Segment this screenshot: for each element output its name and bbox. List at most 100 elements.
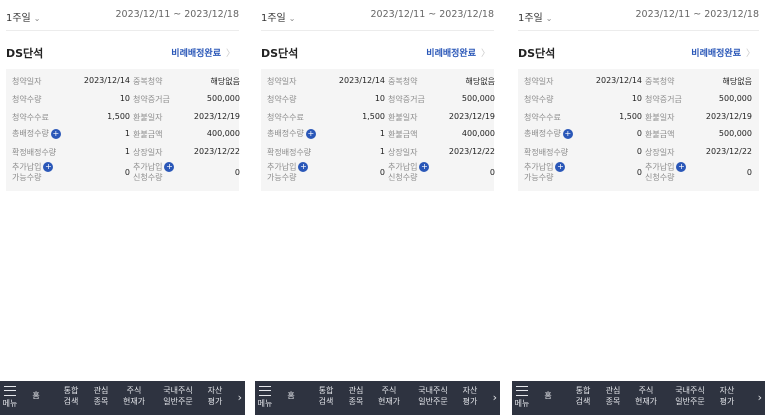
- confirm-alloc-label: 확정배정수량: [267, 148, 312, 157]
- nav-order[interactable]: 국내주식일반주문: [411, 385, 455, 407]
- fee-value: 1,500: [107, 112, 130, 121]
- date-range[interactable]: 2023/12/11 ~ 2023/12/18: [370, 9, 494, 20]
- add-req-label: 추가납입 + 신청수량: [133, 162, 175, 183]
- nav-watch-line1: 관심: [93, 386, 109, 395]
- plus-icon[interactable]: +: [676, 162, 687, 172]
- chevron-down-icon: ⌄: [33, 14, 41, 23]
- nav-order-line1: 국내주식: [418, 386, 448, 395]
- nav-menu[interactable]: 메뉴: [0, 385, 20, 409]
- stock-name: DS단석: [6, 47, 44, 60]
- chevron-right-icon: 〉: [480, 49, 490, 59]
- chevron-right-icon[interactable]: ›: [238, 391, 242, 404]
- subscription-panel: 1주일 ⌄ 2023/12/11 ~ 2023/12/18 DS단석 비례배정완료…: [0, 0, 245, 415]
- dup-label: 중복청약: [388, 77, 418, 86]
- add-pay-label-line1: 추가납입: [267, 162, 297, 172]
- total-alloc-value: 1: [379, 129, 385, 138]
- nav-asset-line2: 평가: [719, 397, 735, 406]
- date-range[interactable]: 2023/12/11 ~ 2023/12/18: [635, 9, 759, 20]
- add-pay-value: 0: [124, 168, 130, 177]
- nav-order[interactable]: 국내주식 일반주문: [156, 385, 200, 407]
- nav-asset-line1: 자산: [207, 386, 223, 395]
- nav-search[interactable]: 통합 검색: [313, 385, 339, 407]
- status-link[interactable]: 비례배정완료 〉: [426, 46, 490, 59]
- nav-menu[interactable]: 메뉴: [512, 385, 532, 409]
- nav-watchlist[interactable]: 관심종목: [88, 385, 114, 407]
- refund-date-value: 2023/12/19: [193, 112, 240, 121]
- sub-qty-label: 청약수량: [524, 95, 554, 104]
- listing-label: 상장일자: [133, 148, 163, 157]
- nav-watch-line2: 종목: [93, 397, 109, 406]
- plus-icon[interactable]: +: [562, 128, 573, 139]
- nav-current-price[interactable]: 주식 현재가: [116, 385, 152, 407]
- nav-price-line2: 현재가: [634, 397, 658, 406]
- nav-home[interactable]: 홈: [538, 390, 558, 401]
- nav-menu[interactable]: 메뉴: [255, 385, 275, 409]
- plus-icon[interactable]: +: [50, 128, 61, 139]
- sub-qty-value: 10: [631, 94, 642, 103]
- period-selector[interactable]: 1주일 ⌄: [261, 9, 295, 24]
- nav-menu-label: 메뉴: [514, 399, 530, 408]
- dup-label: 중복청약: [645, 77, 675, 86]
- nav-watchlist[interactable]: 관심 종목: [600, 385, 626, 407]
- status-link[interactable]: 비례배정완료 〉: [691, 46, 755, 59]
- nav-order-line2: 일반주문: [418, 397, 448, 406]
- period-label: 1주일: [261, 13, 286, 24]
- nav-search-line2: 검색: [575, 397, 591, 406]
- sub-date-value: 2023/12/14: [595, 76, 642, 85]
- sub-qty-value: 10: [119, 94, 130, 103]
- plus-icon[interactable]: +: [43, 162, 54, 172]
- plus-icon[interactable]: +: [298, 162, 309, 172]
- add-req-label-line2: 신청수량: [645, 172, 675, 182]
- fee-label: 청약수수료: [267, 113, 304, 122]
- dup-label: 중복청약: [133, 77, 163, 86]
- nav-order[interactable]: 국내주식 일반주문: [668, 385, 712, 407]
- sub-qty-label: 청약수량: [267, 95, 297, 104]
- listing-label: 상장일자: [388, 148, 418, 157]
- deposit-value: 500,000: [461, 94, 495, 103]
- sub-date-label: 청약일자: [12, 77, 42, 86]
- nav-watchlist[interactable]: 관심 종목: [343, 385, 369, 407]
- total-alloc-text: 총배정수량: [267, 129, 304, 138]
- date-range[interactable]: 2023/12/11 ~ 2023/12/18: [115, 9, 239, 20]
- sub-qty-label: 청약수량: [12, 95, 42, 104]
- refund-amt-value: 500,000: [718, 129, 752, 138]
- fee-value: 1,500: [362, 112, 385, 121]
- refund-amt-value: 400,000: [206, 129, 240, 138]
- nav-asset[interactable]: 자산평가: [204, 385, 226, 407]
- status-link[interactable]: 비례배정완료 〉: [171, 46, 235, 59]
- nav-watch-line2: 종목: [348, 397, 364, 406]
- plus-icon[interactable]: +: [305, 128, 316, 139]
- nav-asset-line2: 평가: [207, 397, 223, 406]
- plus-icon[interactable]: +: [164, 162, 175, 172]
- chevron-right-icon[interactable]: ›: [758, 391, 762, 404]
- subscription-details-card: 청약일자 2023/12/14 청약수량 10 청약수수료 1,500 총배정수…: [6, 69, 240, 191]
- plus-icon[interactable]: +: [419, 162, 430, 172]
- nav-asset[interactable]: 자산 평가: [459, 385, 481, 407]
- sub-date-value: 2023/12/14: [338, 76, 385, 85]
- nav-home[interactable]: 홈: [26, 390, 46, 401]
- fee-label: 청약수수료: [524, 113, 561, 122]
- total-alloc-label: 총배정수량 +: [267, 128, 316, 139]
- period-selector[interactable]: 1주일 ⌄: [518, 9, 552, 24]
- plus-icon[interactable]: +: [555, 162, 566, 172]
- nav-current-price[interactable]: 주식 현재가: [371, 385, 407, 407]
- nav-current-price[interactable]: 주식 현재가: [628, 385, 664, 407]
- nav-asset[interactable]: 자산 평가: [716, 385, 738, 407]
- refund-date-value: 2023/12/19: [448, 112, 495, 121]
- confirm-alloc-value: 1: [379, 147, 385, 156]
- bottom-nav-bar: 메뉴 홈 통합 검색 관심 종목 주식 현재가 국내주식 일반주문 자산 평가 ›: [512, 381, 765, 415]
- nav-search[interactable]: 통합 검색: [58, 385, 84, 407]
- period-label: 1주일: [6, 13, 31, 24]
- chevron-down-icon: ⌄: [545, 14, 553, 23]
- subscription-panel: 1주일 ⌄ 2023/12/11 ~ 2023/12/18 DS단석 비례배정완료…: [512, 0, 765, 415]
- deposit-label: 청약증거금: [133, 95, 170, 104]
- chevron-down-icon: ⌄: [288, 14, 296, 23]
- total-alloc-text: 총배정수량: [12, 129, 49, 138]
- add-req-label-line1: 추가납입: [388, 162, 418, 172]
- nav-search[interactable]: 통합 검색: [570, 385, 596, 407]
- chevron-right-icon[interactable]: ›: [493, 391, 497, 404]
- period-header: 1주일 ⌄ 2023/12/11 ~ 2023/12/18: [6, 0, 239, 31]
- add-pay-label-line1: 추가납입: [524, 162, 554, 172]
- nav-home[interactable]: 홈: [281, 390, 301, 401]
- period-selector[interactable]: 1주일 ⌄: [6, 9, 40, 24]
